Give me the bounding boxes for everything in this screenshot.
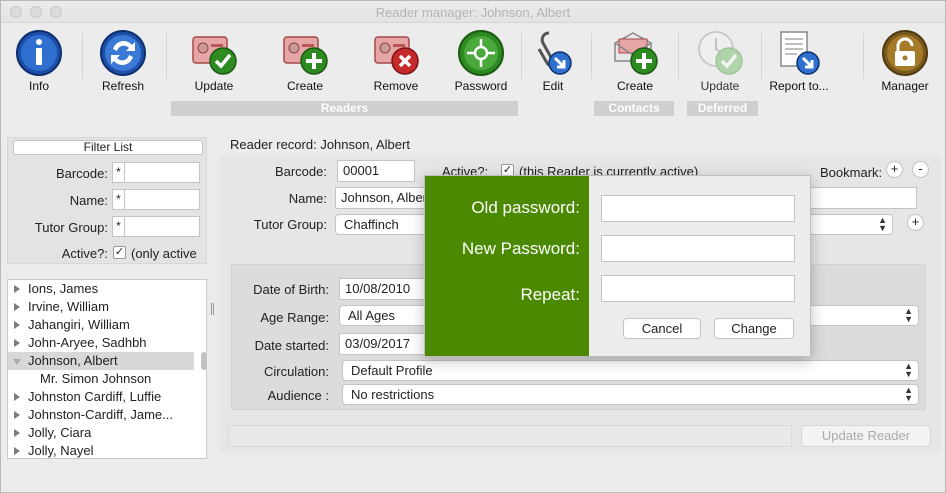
title-bar: Reader manager: Johnson, Albert xyxy=(1,1,945,23)
record-title: Reader record: Johnson, Albert xyxy=(230,137,410,152)
date-started-label: Date started: xyxy=(254,338,329,353)
contact-create-icon xyxy=(614,32,658,75)
disclosure-triangle-icon[interactable] xyxy=(14,303,20,311)
old-password-label: Old password: xyxy=(471,198,580,217)
barcode-filter-label: Barcode: xyxy=(55,166,108,181)
edit-icon xyxy=(537,31,572,75)
disclosure-triangle-icon[interactable] xyxy=(14,339,20,347)
refresh-icon xyxy=(100,30,146,76)
disclosure-triangle-open-icon[interactable] xyxy=(13,359,21,365)
list-item[interactable]: Jahangiri, William xyxy=(8,316,194,334)
reader-create-icon xyxy=(283,36,328,75)
deferred-group-label: Deferred xyxy=(687,101,758,116)
readers-group-label: Readers xyxy=(171,101,518,116)
change-password-dialog: Old password: New Password: Repeat: Canc… xyxy=(424,175,811,357)
bookmark-remove-button[interactable]: - xyxy=(912,161,929,178)
password-button[interactable]: Password xyxy=(445,27,517,95)
reader-update-icon xyxy=(192,36,237,75)
list-item[interactable]: John-Aryee, Sadhbh xyxy=(8,334,194,352)
repeat-password-input[interactable] xyxy=(601,275,795,302)
contact-create-button[interactable]: Create xyxy=(599,27,671,95)
list-scrollbar[interactable] xyxy=(201,352,206,370)
audience-popup[interactable]: No restrictions ▲ ▼ xyxy=(342,384,919,405)
list-item-child[interactable]: Mr. Simon Johnson xyxy=(8,370,194,388)
active-filter-text: (only active xyxy=(131,246,197,261)
reader-remove-button[interactable]: Remove xyxy=(360,27,432,95)
popup-arrows-icon: ▲ ▼ xyxy=(904,385,913,403)
manager-button[interactable]: Manager xyxy=(869,27,941,95)
tutor-group-add-button[interactable]: + xyxy=(907,214,924,231)
list-item[interactable]: Johnston-Cardiff, Jame... xyxy=(8,406,194,424)
disclosure-triangle-icon[interactable] xyxy=(14,393,20,401)
disclosure-triangle-icon[interactable] xyxy=(14,447,20,455)
disclosure-triangle-icon[interactable] xyxy=(14,285,20,293)
tutor-group-filter-label: Tutor Group: xyxy=(34,220,108,235)
name-filter-input[interactable] xyxy=(124,189,200,210)
reader-list: Ions, James Irvine, William Jahangiri, W… xyxy=(7,279,207,459)
disclosure-triangle-icon[interactable] xyxy=(14,321,20,329)
list-item[interactable]: Ions, James xyxy=(8,280,194,298)
circulation-label: Circulation: xyxy=(263,364,329,379)
reader-create-button[interactable]: Create xyxy=(269,27,341,95)
splitter-handle[interactable] xyxy=(211,303,214,315)
report-button[interactable]: Report to... xyxy=(763,27,835,95)
manager-lock-icon xyxy=(882,30,928,76)
reader-manager-window: Reader manager: Johnson, Albert Info Ref… xyxy=(0,0,946,493)
bookmark-label: Bookmark: xyxy=(820,165,883,180)
refresh-button[interactable]: Refresh xyxy=(87,27,159,95)
window-title: Reader manager: Johnson, Albert xyxy=(375,5,571,20)
date-started-field[interactable]: 03/09/2017 xyxy=(339,333,425,355)
tutor-group-label: Tutor Group: xyxy=(253,217,327,232)
dob-label: Date of Birth: xyxy=(253,282,329,297)
barcode-filter-input[interactable] xyxy=(124,162,200,183)
info-button[interactable]: Info xyxy=(3,27,75,95)
barcode-label: Barcode: xyxy=(274,164,327,179)
toolbar: Info Refresh Update Create Remove Passwo… xyxy=(1,23,945,119)
info-icon xyxy=(16,30,62,76)
filter-list-button[interactable]: Filter List xyxy=(13,140,203,155)
bookmark-add-button[interactable]: + xyxy=(886,161,903,178)
name-label: Name: xyxy=(288,191,327,206)
dob-field[interactable]: 10/08/2010 xyxy=(339,278,425,300)
filter-panel: Filter List Barcode: * Name: * Tutor Gro… xyxy=(7,137,207,264)
popup-arrows-icon: ▲ ▼ xyxy=(904,306,913,324)
old-password-input[interactable] xyxy=(601,195,795,222)
barcode-field[interactable]: 00001 xyxy=(337,160,415,182)
cancel-button[interactable]: Cancel xyxy=(623,318,701,339)
reader-update-button[interactable]: Update xyxy=(178,27,250,95)
list-item[interactable]: Irvine, William xyxy=(8,298,194,316)
popup-arrows-icon: ▲ ▼ xyxy=(878,215,887,233)
audience-label: Audience : xyxy=(267,388,329,403)
popup-arrows-icon: ▲ ▼ xyxy=(904,361,913,379)
age-range-label: Age Range: xyxy=(260,310,329,325)
reader-remove-icon xyxy=(374,36,419,75)
edit-button[interactable]: Edit xyxy=(517,27,589,95)
repeat-password-label: Repeat: xyxy=(520,285,580,304)
password-icon xyxy=(458,30,504,76)
disclosure-triangle-icon[interactable] xyxy=(14,411,20,419)
new-password-label: New Password: xyxy=(461,239,580,258)
contacts-group-label: Contacts xyxy=(594,101,674,116)
name-filter-label: Name: xyxy=(69,193,108,208)
active-filter-label: Active?: xyxy=(61,246,108,261)
status-field xyxy=(228,425,792,447)
list-item-selected[interactable]: Johnson, Albert xyxy=(8,352,194,370)
new-password-input[interactable] xyxy=(601,235,795,262)
tutor-group-filter-input[interactable] xyxy=(124,216,200,237)
list-item[interactable]: Jolly, Nayel xyxy=(8,442,194,458)
deferred-update-icon xyxy=(698,31,743,75)
deferred-update-button[interactable]: Update xyxy=(684,27,756,95)
change-button[interactable]: Change xyxy=(714,318,794,339)
update-reader-button[interactable]: Update Reader xyxy=(801,425,931,447)
list-item[interactable]: Johnston Cardiff, Luffie xyxy=(8,388,194,406)
circulation-popup[interactable]: Default Profile ▲ ▼ xyxy=(342,360,919,381)
disclosure-triangle-icon[interactable] xyxy=(14,429,20,437)
active-filter-checkbox[interactable]: ✓ xyxy=(113,246,126,259)
list-item[interactable]: Jolly, Ciara xyxy=(8,424,194,442)
report-icon xyxy=(780,31,820,75)
